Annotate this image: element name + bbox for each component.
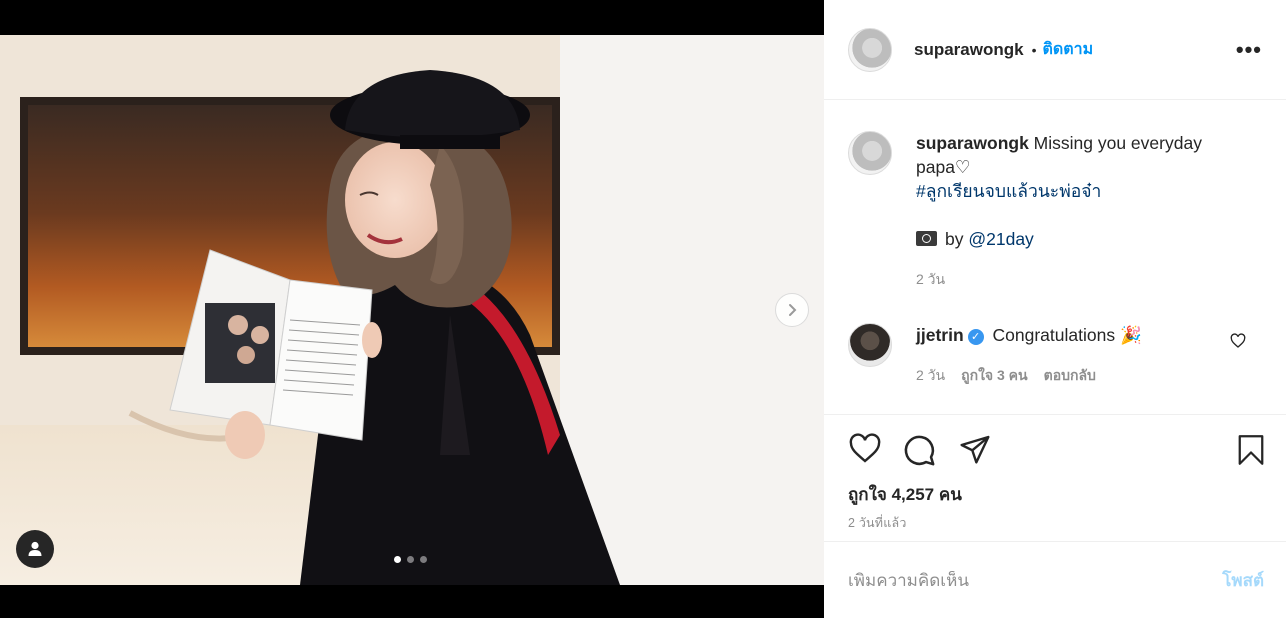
- comment-username[interactable]: jjetrin: [916, 325, 964, 345]
- comment-icon[interactable]: [902, 433, 936, 467]
- avatar[interactable]: [848, 27, 892, 72]
- user-icon: [28, 541, 42, 556]
- verified-badge-icon: ✓: [967, 329, 984, 345]
- carousel-dot: [420, 556, 427, 563]
- comment-timestamp[interactable]: 2 วัน: [916, 363, 945, 387]
- caption-username[interactable]: suparawongk: [916, 133, 1029, 153]
- post-actions: ถูกใจ 4,257 คน 2 วันที่แล้ว: [824, 414, 1286, 542]
- more-options-button[interactable]: •••: [1236, 37, 1262, 63]
- comment-like-heart-icon[interactable]: [1230, 333, 1246, 349]
- comment-input[interactable]: [848, 570, 1223, 591]
- tagged-users-button[interactable]: [16, 530, 54, 568]
- follow-button[interactable]: ติดตาม: [1043, 37, 1094, 62]
- graduation-photo: [0, 35, 824, 585]
- caption-timestamp[interactable]: 2 วัน: [916, 267, 1246, 291]
- bookmark-icon[interactable]: [1236, 433, 1266, 467]
- avatar[interactable]: [848, 131, 892, 175]
- credit-mention[interactable]: @21day: [968, 229, 1033, 249]
- header-separator: •: [1031, 41, 1037, 58]
- add-comment-form: โพสต์: [824, 543, 1286, 618]
- like-heart-icon[interactable]: [848, 433, 882, 465]
- avatar[interactable]: [848, 323, 892, 367]
- camera-icon: [916, 231, 937, 246]
- caption-hashtag[interactable]: #ลูกเรียนจบแล้วนะพ่อจ๋า: [916, 181, 1101, 201]
- comment-likes[interactable]: ถูกใจ 3 คน: [961, 363, 1028, 387]
- chevron-right-icon: [789, 304, 797, 316]
- author-username[interactable]: suparawongk: [914, 40, 1024, 60]
- credit-prefix: by: [945, 229, 969, 249]
- share-icon[interactable]: [958, 433, 992, 465]
- reply-button[interactable]: ตอบกลับ: [1044, 363, 1096, 387]
- carousel-dot: [407, 556, 414, 563]
- post-header: suparawongk • ติดตาม •••: [824, 0, 1286, 100]
- carousel-dot: [394, 556, 401, 563]
- comments-list: suparawongk Missing you everyday papa♡ #…: [824, 101, 1286, 413]
- post-comment-button[interactable]: โพสต์: [1222, 567, 1264, 594]
- post-timestamp[interactable]: 2 วันที่แล้ว: [848, 513, 907, 533]
- comment-text: Congratulations 🎉: [987, 325, 1142, 345]
- post-photo[interactable]: [0, 35, 824, 585]
- carousel-next-button[interactable]: [775, 293, 809, 327]
- carousel-indicator: [394, 556, 427, 563]
- post-media: [0, 0, 824, 618]
- post-caption: suparawongk Missing you everyday papa♡ #…: [848, 131, 1246, 291]
- post-side-panel: suparawongk • ติดตาม ••• suparawongk Mis…: [824, 0, 1286, 618]
- likes-count[interactable]: ถูกใจ 4,257 คน: [848, 481, 962, 508]
- comment-item: jjetrin ✓ Congratulations 🎉 2 วัน ถูกใจ 3…: [848, 323, 1262, 387]
